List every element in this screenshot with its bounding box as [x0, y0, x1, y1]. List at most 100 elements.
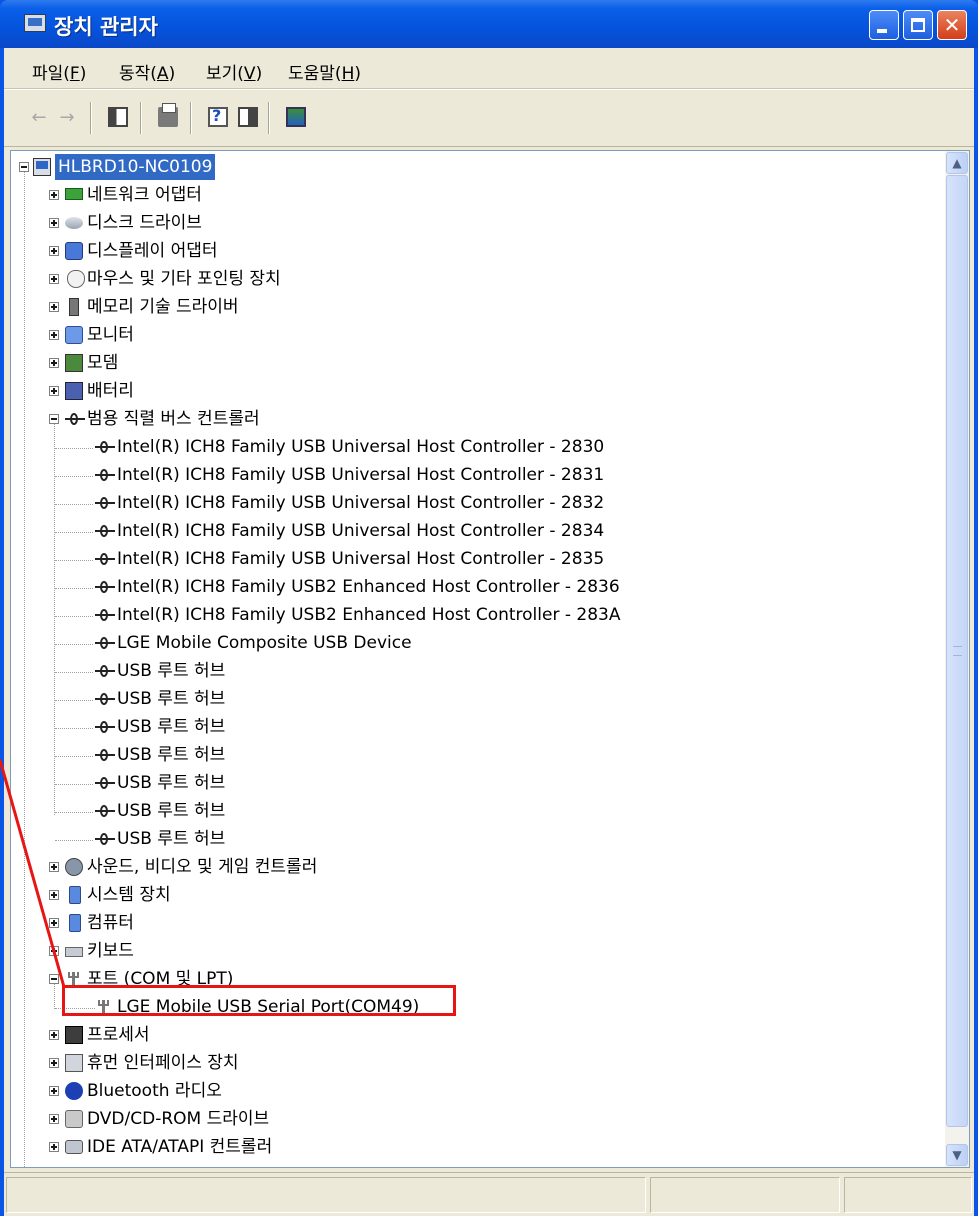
tree-item-modems[interactable]: 모뎀	[11, 350, 211, 376]
expand-icon[interactable]	[49, 246, 59, 256]
menu-action[interactable]: 동작(A)	[119, 59, 175, 84]
keyboard-icon	[65, 947, 83, 957]
expand-icon[interactable]	[49, 1114, 59, 1124]
maximize-button[interactable]	[903, 10, 933, 40]
show-hide-console-tree-icon[interactable]	[108, 107, 128, 127]
disk-drive-icon	[65, 217, 83, 229]
tree-item-human-interface-devices[interactable]: 휴먼 인터페이스 장치	[11, 1050, 311, 1076]
tree-item-usb-device[interactable]: USB 루트 허브	[11, 686, 711, 712]
expand-icon[interactable]	[49, 862, 59, 872]
minimize-icon	[877, 29, 887, 33]
tree-item-keyboards[interactable]: 키보드	[11, 938, 211, 964]
tree-item-usb-device[interactable]: USB 루트 허브	[11, 798, 711, 824]
usb-icon	[95, 747, 115, 763]
help-icon[interactable]	[208, 106, 228, 127]
tree-item-network-adapters[interactable]: 네트워크 어댑터	[11, 182, 311, 208]
tree-item-usb-device[interactable]: Intel(R) ICH8 Family USB Universal Host …	[11, 490, 711, 516]
collapse-icon[interactable]	[49, 414, 59, 424]
toolbar-separator	[268, 102, 270, 134]
back-arrow-icon[interactable]: ←	[28, 108, 50, 128]
expand-icon[interactable]	[49, 946, 59, 956]
tree-item-usb-device[interactable]: USB 루트 허브	[11, 658, 711, 684]
bluetooth-icon	[65, 1082, 83, 1100]
tree-item-usb-device[interactable]: USB 루트 허브	[11, 714, 711, 740]
vertical-scrollbar[interactable]: ▲ ▼	[945, 151, 969, 1167]
menu-file[interactable]: 파일(F)	[32, 59, 86, 84]
hid-icon	[65, 1054, 83, 1072]
expand-icon[interactable]	[49, 358, 59, 368]
tree-item-usb-device[interactable]: USB 루트 허브	[11, 770, 711, 796]
computer-icon	[33, 158, 51, 176]
dvd-drive-icon	[65, 1110, 83, 1128]
tree-connector	[55, 504, 93, 505]
tree-item-usb-device[interactable]: Intel(R) ICH8 Family USB Universal Host …	[11, 546, 711, 572]
usb-icon	[95, 691, 115, 707]
usb-icon	[95, 551, 115, 567]
expand-icon[interactable]	[49, 1142, 59, 1152]
tree-item-sound-video-game[interactable]: 사운드, 비디오 및 게임 컨트롤러	[11, 854, 431, 880]
close-icon: ✕	[943, 13, 961, 37]
tree-item-system-devices[interactable]: 시스템 장치	[11, 882, 251, 908]
monitor-icon	[65, 326, 83, 344]
forward-arrow-icon[interactable]: →	[56, 108, 78, 128]
close-button[interactable]: ✕	[937, 10, 967, 40]
expand-icon[interactable]	[49, 218, 59, 228]
tree-root-label: HLBRD10-NC0109	[55, 154, 216, 180]
expand-icon[interactable]	[49, 386, 59, 396]
usb-icon	[95, 831, 115, 847]
print-icon[interactable]	[158, 103, 178, 127]
tree-item-usb-device[interactable]: USB 루트 허브	[11, 826, 711, 852]
scroll-down-button[interactable]: ▼	[946, 1144, 968, 1166]
tree-item-processors[interactable]: 프로세서	[11, 1022, 211, 1048]
tree-item-disk-drives[interactable]: 디스크 드라이브	[11, 210, 311, 236]
toolbar-separator	[90, 102, 92, 134]
title-bar[interactable]: 장치 관리자 ✕	[0, 0, 978, 48]
tree-item-bluetooth-radios[interactable]: Bluetooth 라디오	[11, 1078, 251, 1104]
menu-view[interactable]: 보기(V)	[206, 59, 262, 84]
tree-connector	[55, 728, 93, 729]
minimize-button[interactable]	[869, 10, 899, 40]
status-cell	[6, 1177, 646, 1213]
expand-icon[interactable]	[49, 1086, 59, 1096]
menu-help[interactable]: 도움말(H)	[288, 59, 361, 84]
expand-icon[interactable]	[49, 302, 59, 312]
tree-item-mice[interactable]: 마우스 및 기타 포인팅 장치	[11, 266, 391, 292]
expand-icon[interactable]	[49, 274, 59, 284]
collapse-icon[interactable]	[49, 974, 59, 984]
scroll-thumb[interactable]	[946, 175, 968, 1127]
collapse-icon[interactable]	[19, 162, 29, 172]
tree-item-usb-device[interactable]: Intel(R) ICH8 Family USB Universal Host …	[11, 434, 711, 460]
tree-connector	[55, 672, 93, 673]
tree-item-monitors[interactable]: 모니터	[11, 322, 211, 348]
scan-hardware-icon[interactable]	[286, 107, 306, 127]
expand-icon[interactable]	[49, 330, 59, 340]
status-bar	[4, 1172, 974, 1217]
tree-item-memory-technology-drivers[interactable]: 메모리 기술 드라이버	[11, 294, 341, 320]
expand-icon[interactable]	[49, 190, 59, 200]
scroll-up-button[interactable]: ▲	[946, 152, 968, 174]
tree-item-usb-device[interactable]: Intel(R) ICH8 Family USB2 Enhanced Host …	[11, 574, 711, 600]
tree-item-ide-controllers[interactable]: IDE ATA/ATAPI 컨트롤러	[11, 1134, 351, 1160]
tree-connector	[55, 448, 93, 449]
properties-icon[interactable]	[238, 107, 258, 127]
expand-icon[interactable]	[49, 918, 59, 928]
tree-item-usb-device[interactable]: USB 루트 허브	[11, 742, 711, 768]
expand-icon[interactable]	[49, 1058, 59, 1068]
usb-icon	[95, 775, 115, 791]
usb-icon	[95, 635, 115, 651]
expand-icon[interactable]	[49, 1030, 59, 1040]
tree-item-usb-device[interactable]: LGE Mobile Composite USB Device	[11, 630, 711, 656]
network-adapter-icon	[65, 188, 83, 200]
tree-item-usb-device[interactable]: Intel(R) ICH8 Family USB2 Enhanced Host …	[11, 602, 711, 628]
speaker-icon	[65, 858, 83, 876]
tree-item-usb-controllers[interactable]: 범용 직렬 버스 컨트롤러	[11, 406, 351, 432]
usb-icon	[95, 607, 115, 623]
tree-item-dvd-cdrom-drives[interactable]: DVD/CD-ROM 드라이브	[11, 1106, 331, 1132]
tree-item-usb-device[interactable]: Intel(R) ICH8 Family USB Universal Host …	[11, 462, 711, 488]
tree-item-batteries[interactable]: 배터리	[11, 378, 211, 404]
expand-icon[interactable]	[49, 890, 59, 900]
tree-item-usb-device[interactable]: Intel(R) ICH8 Family USB Universal Host …	[11, 518, 711, 544]
tree-root[interactable]: HLBRD10-NC0109	[11, 154, 271, 180]
tree-item-display-adapters[interactable]: 디스플레이 어댑터	[11, 238, 311, 264]
tree-item-computer[interactable]: 컴퓨터	[11, 910, 211, 936]
